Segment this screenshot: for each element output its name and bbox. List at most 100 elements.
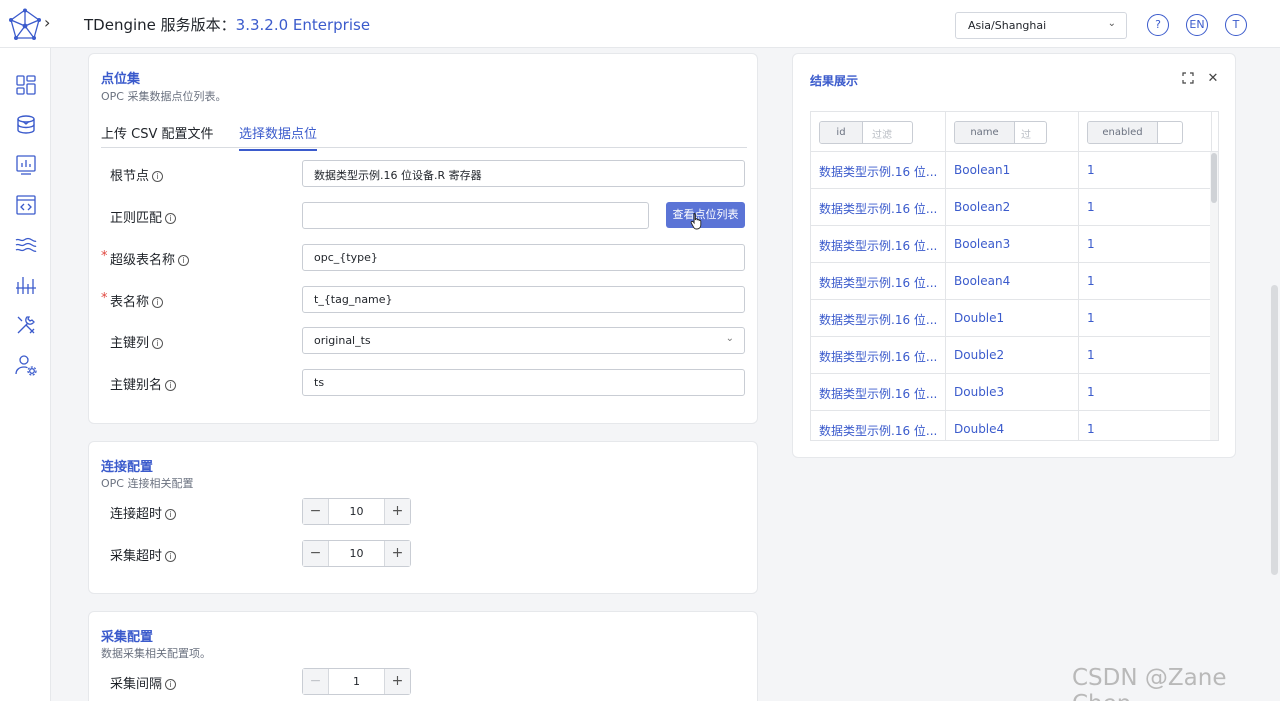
info-icon[interactable]: i — [152, 297, 164, 308]
expand-sidebar-chevron-icon[interactable]: › — [44, 14, 58, 32]
app-title-prefix: TDengine 服务版本： — [84, 16, 236, 34]
nav-explorer[interactable] — [13, 192, 39, 218]
regex-label-text: 正则匹配 — [110, 211, 163, 226]
table-row[interactable]: 数据类型示例.16 位... Boolean1 1 — [811, 152, 1212, 189]
id-filter[interactable]: id 过滤 — [819, 121, 913, 144]
increment-button[interactable]: + — [384, 541, 410, 566]
interval-value[interactable]: 1 — [329, 675, 384, 688]
view-points-button[interactable]: 查看点位列表 — [666, 202, 745, 228]
nav-monitor[interactable] — [13, 152, 39, 178]
tab-select-points[interactable]: 选择数据点位 — [239, 123, 318, 151]
cell-enabled: 1 — [1079, 152, 1212, 189]
connect-timeout-value[interactable]: 10 — [329, 505, 384, 518]
nav-analytics[interactable] — [13, 272, 39, 298]
name-filter-input[interactable]: 过 — [1021, 126, 1031, 141]
cell-id: 数据类型示例.16 位... — [811, 263, 946, 300]
cell-id: 数据类型示例.16 位... — [811, 411, 946, 440]
connect-timeout-label-text: 连接超时 — [110, 507, 163, 522]
regex-input[interactable] — [302, 202, 649, 229]
cell-enabled: 1 — [1079, 226, 1212, 263]
primary-alias-input[interactable]: ts — [302, 369, 745, 396]
cell-id: 数据类型示例.16 位... — [811, 226, 946, 263]
scrollbar-thumb[interactable] — [1211, 153, 1217, 203]
language-button[interactable]: EN — [1186, 14, 1208, 36]
collect-timeout-stepper[interactable]: − 10 + — [302, 540, 411, 567]
interval-row: 采集间隔 i − 1 + — [89, 668, 757, 696]
result-panel: 结果展示 ✕ id 过滤 name 过 enabled 数据类型示例.16 位.… — [792, 53, 1236, 458]
primary-key-select[interactable]: original_ts ⌄ — [302, 327, 745, 354]
info-icon[interactable]: i — [165, 213, 177, 224]
table-row[interactable]: 数据类型示例.16 位... Boolean3 1 — [811, 226, 1212, 263]
info-icon[interactable]: i — [152, 171, 164, 182]
chevron-down-icon: ⌄ — [1107, 18, 1116, 29]
tdengine-logo-icon[interactable] — [8, 8, 42, 42]
decrement-button[interactable]: − — [303, 499, 329, 524]
watermark: CSDN @Zane Chen — [1072, 665, 1227, 701]
cell-id: 数据类型示例.16 位... — [811, 152, 946, 189]
timezone-value: Asia/Shanghai — [968, 19, 1047, 32]
interval-stepper[interactable]: − 1 + — [302, 668, 411, 695]
root-node-row: 根节点 i 数据类型示例.16 位设备.R 寄存器 — [89, 160, 757, 188]
cell-enabled: 1 — [1079, 189, 1212, 226]
info-icon[interactable]: i — [165, 551, 177, 562]
id-filter-input[interactable]: 过滤 — [872, 126, 892, 141]
table-row[interactable]: 数据类型示例.16 位... Double3 1 — [811, 374, 1212, 411]
help-button[interactable]: ? — [1147, 14, 1169, 36]
connection-title: 连接配置 — [101, 460, 154, 475]
points-card: 点位集 OPC 采集数据点位列表。 上传 CSV 配置文件 选择数据点位 根节点… — [88, 53, 758, 424]
cell-name: Boolean3 — [946, 226, 1079, 263]
top-bar: › TDengine 服务版本：3.3.2.0 Enterprise Asia/… — [0, 0, 1280, 48]
required-marker: * — [101, 291, 108, 306]
nav-dashboard[interactable] — [13, 72, 39, 98]
close-icon[interactable]: ✕ — [1206, 72, 1220, 86]
table-row[interactable]: 数据类型示例.16 位... Double2 1 — [811, 337, 1212, 374]
enabled-filter[interactable]: enabled — [1087, 121, 1183, 144]
nav-tools[interactable] — [13, 312, 39, 338]
table-row[interactable]: 数据类型示例.16 位... Double4 1 — [811, 411, 1212, 440]
header-cell-enabled: enabled — [1079, 112, 1212, 152]
connect-timeout-stepper[interactable]: − 10 + — [302, 498, 411, 525]
root-node-label-text: 根节点 — [110, 169, 150, 184]
info-icon[interactable]: i — [165, 509, 177, 520]
nav-users[interactable] — [13, 352, 39, 378]
info-icon[interactable]: i — [178, 255, 190, 266]
name-filter[interactable]: name 过 — [954, 121, 1047, 144]
timezone-select[interactable]: Asia/Shanghai ⌄ — [955, 12, 1127, 39]
cell-enabled: 1 — [1079, 300, 1212, 337]
user-avatar-button[interactable]: T — [1225, 14, 1247, 36]
table-name-input[interactable]: t_{tag_name} — [302, 286, 745, 313]
left-navigation — [0, 48, 51, 701]
grid-scrollbar[interactable] — [1210, 152, 1218, 440]
decrement-button[interactable]: − — [303, 541, 329, 566]
collection-card: 采集配置 数据采集相关配置项。 采集间隔 i − 1 + — [88, 611, 758, 701]
nav-stream[interactable] — [13, 232, 39, 258]
version-text: 3.3.2.0 Enterprise — [235, 16, 371, 34]
info-icon[interactable]: i — [165, 380, 177, 391]
tab-upload-csv[interactable]: 上传 CSV 配置文件 — [101, 123, 214, 149]
cell-name: Double2 — [946, 337, 1079, 374]
table-name-row: * 表名称 i t_{tag_name} — [89, 286, 757, 314]
increment-button[interactable]: + — [384, 499, 410, 524]
collect-timeout-value[interactable]: 10 — [329, 547, 384, 560]
database-icon — [17, 115, 35, 134]
table-row[interactable]: 数据类型示例.16 位... Double1 1 — [811, 300, 1212, 337]
cell-name: Double4 — [946, 411, 1079, 440]
info-icon[interactable]: i — [165, 679, 177, 690]
table-row[interactable]: 数据类型示例.16 位... Boolean4 1 — [811, 263, 1212, 300]
fullscreen-icon[interactable] — [1181, 72, 1195, 86]
page-scrollbar[interactable] — [1271, 285, 1278, 575]
regex-row: 正则匹配 i 查看点位列表 — [89, 202, 757, 230]
nav-data-in[interactable] — [0, 106, 51, 144]
root-node-input[interactable]: 数据类型示例.16 位设备.R 寄存器 — [302, 160, 745, 187]
app-title: TDengine 服务版本：3.3.2.0 Enterprise — [84, 14, 370, 35]
decrement-button[interactable]: − — [303, 669, 329, 694]
increment-button[interactable]: + — [384, 669, 410, 694]
required-marker: * — [101, 249, 108, 264]
info-icon[interactable]: i — [152, 338, 164, 349]
header-cell-id: id 过滤 — [811, 112, 946, 152]
primary-key-label: 主键列 i — [110, 332, 164, 351]
cell-name: Boolean2 — [946, 189, 1079, 226]
collection-title: 采集配置 — [101, 630, 154, 645]
stable-name-input[interactable]: opc_{type} — [302, 244, 745, 271]
table-row[interactable]: 数据类型示例.16 位... Boolean2 1 — [811, 189, 1212, 226]
